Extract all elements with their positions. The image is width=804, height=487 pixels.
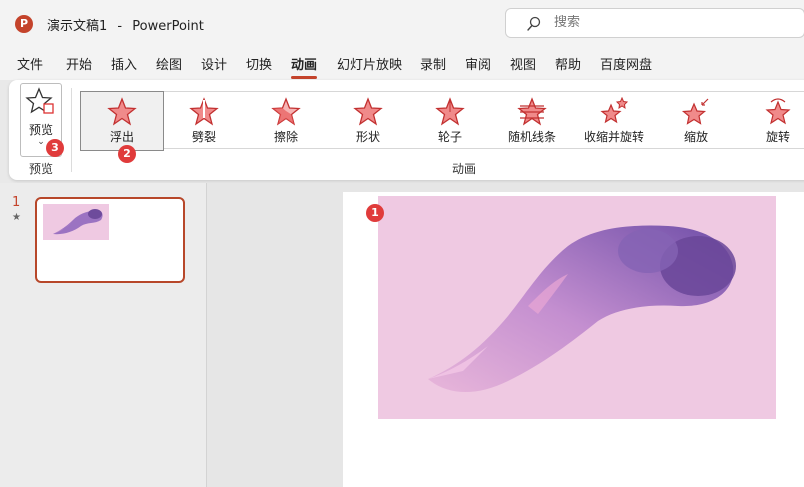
tab-insert[interactable]: 插入 xyxy=(111,54,137,73)
animations-ribbon: 预览 ⌄ 3 预览 浮出 劈裂 擦除 形状 轮子 随机线条 收缩并旋转 缩放 旋… xyxy=(9,80,804,180)
animation-float-in[interactable]: 浮出 xyxy=(80,91,164,151)
star-icon xyxy=(765,98,791,125)
group-label-animation: 动画 xyxy=(451,162,476,176)
star-icon xyxy=(600,97,629,124)
powerpoint-logo-icon: P xyxy=(15,15,33,33)
search-box[interactable] xyxy=(505,8,804,38)
app-name: PowerPoint xyxy=(132,19,204,34)
tab-draw[interactable]: 绘图 xyxy=(156,54,182,73)
star-icon xyxy=(271,97,301,126)
tab-record[interactable]: 录制 xyxy=(420,54,446,73)
group-label-preview: 预览 xyxy=(28,162,53,176)
slide-image[interactable] xyxy=(378,196,776,419)
tab-view[interactable]: 视图 xyxy=(510,54,536,73)
search-input[interactable] xyxy=(554,15,754,30)
slide-thumbnail-panel: 1 ★ xyxy=(0,183,207,487)
document-title: 演示文稿1 xyxy=(47,19,108,34)
callout-badge-3: 3 xyxy=(46,139,64,157)
animation-shape[interactable]: 形状 xyxy=(327,92,409,150)
preview-label: 预览 xyxy=(28,123,53,137)
tab-baidu-netdisk[interactable]: 百度网盘 xyxy=(600,54,652,73)
animation-spin[interactable]: 旋转 xyxy=(737,92,804,150)
tab-transitions[interactable]: 切换 xyxy=(246,54,272,73)
star-icon xyxy=(435,97,465,126)
tab-design[interactable]: 设计 xyxy=(201,54,227,73)
ribbon-tabs: 文件 开始 插入 绘图 设计 切换 动画 幻灯片放映 录制 审阅 视图 帮助 百… xyxy=(0,46,804,80)
star-icon xyxy=(517,97,547,126)
callout-badge-2: 2 xyxy=(118,145,136,163)
star-preview-icon xyxy=(25,87,54,114)
thumbnail-image xyxy=(43,204,109,240)
group-divider xyxy=(71,88,72,172)
tab-review[interactable]: 审阅 xyxy=(465,54,491,73)
animation-zoom[interactable]: 缩放 xyxy=(655,92,737,150)
star-icon xyxy=(353,97,383,126)
callout-badge-1: 1 xyxy=(366,204,384,222)
tab-animations[interactable]: 动画 xyxy=(291,54,318,79)
animation-split[interactable]: 劈裂 xyxy=(163,92,245,150)
animation-wipe[interactable]: 擦除 xyxy=(245,92,327,150)
star-icon xyxy=(107,97,137,126)
search-icon xyxy=(527,16,541,31)
tab-slideshow[interactable]: 幻灯片放映 xyxy=(337,54,402,73)
animation-gallery: 浮出 劈裂 擦除 形状 轮子 随机线条 收缩并旋转 缩放 旋转 xyxy=(80,91,804,151)
animation-grow-turn[interactable]: 收缩并旋转 xyxy=(573,92,655,150)
tab-help[interactable]: 帮助 xyxy=(555,54,581,73)
animation-random-bars[interactable]: 随机线条 xyxy=(491,92,573,150)
animation-wheel[interactable]: 轮子 xyxy=(409,92,491,150)
slide-number: 1 xyxy=(12,195,21,210)
star-icon xyxy=(189,97,219,126)
star-icon xyxy=(681,98,709,125)
animation-marker-icon: ★ xyxy=(12,212,21,223)
title-bar: P 演示文稿1 - PowerPoint xyxy=(0,0,804,46)
slide-thumbnail[interactable] xyxy=(35,197,185,283)
window-title: 演示文稿1 - PowerPoint xyxy=(47,19,204,34)
tab-home[interactable]: 开始 xyxy=(66,54,92,73)
tab-file[interactable]: 文件 xyxy=(17,54,43,73)
